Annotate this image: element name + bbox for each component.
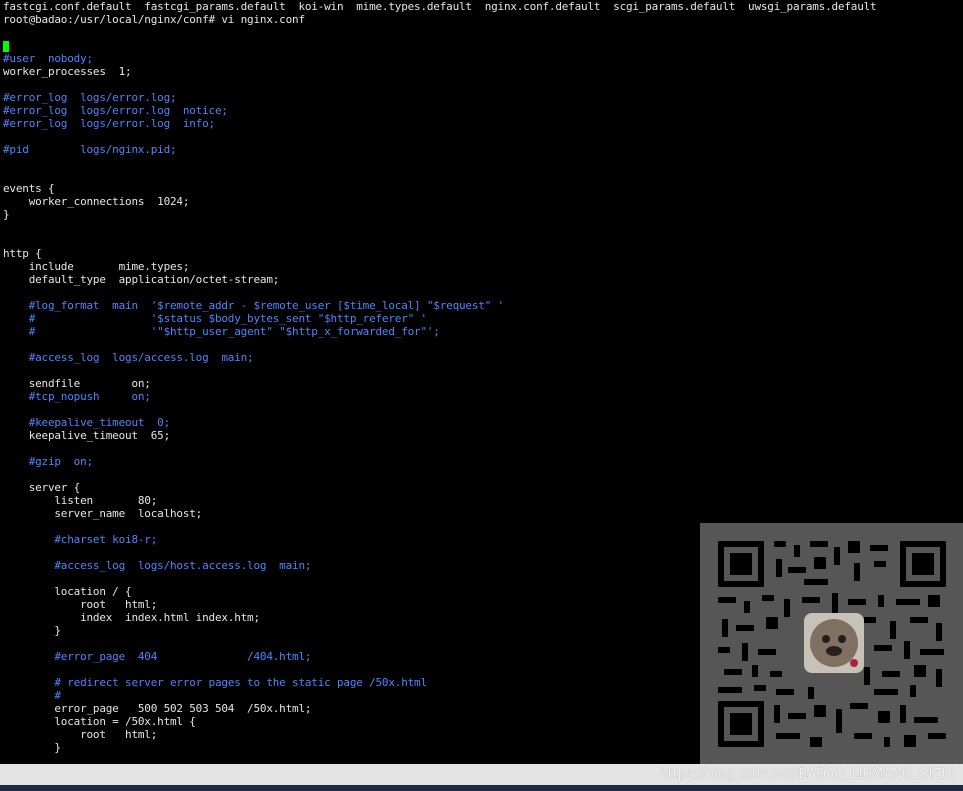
- config-comment-line: # '"$http_user_agent" "$http_x_forwarded…: [3, 325, 440, 338]
- terminal-line: error_page 500 502 503 504 /50x.html;: [3, 702, 312, 715]
- config-comment-line: #tcp_nopush on;: [3, 390, 151, 403]
- config-comment-line: # redirect server error pages to the sta…: [3, 676, 427, 689]
- terminal-line: location / {: [3, 585, 132, 598]
- terminal-line: root html;: [3, 598, 158, 611]
- config-comment-line: #error_log logs/error.log;: [3, 91, 177, 104]
- terminal-line: http {: [3, 247, 42, 260]
- terminal-line: listen 80;: [3, 494, 158, 507]
- terminal-line: location = /50x.html {: [3, 715, 196, 728]
- window-bottom-edge: [0, 785, 963, 791]
- terminal-line: root@badao:/usr/local/nginx/conf# vi ngi…: [3, 13, 305, 26]
- config-comment-line: #log_format main '$remote_addr - $remote…: [3, 299, 504, 312]
- terminal-line: server {: [3, 481, 81, 494]
- terminal-line: root html;: [3, 728, 158, 741]
- config-comment-line: # '$status $body_bytes_sent "$http_refer…: [3, 312, 427, 325]
- text-cursor: [3, 41, 9, 52]
- config-comment-line: #charset koi8-r;: [3, 533, 158, 546]
- qr-code-image: [718, 541, 946, 747]
- terminal-line: default_type application/octet-stream;: [3, 273, 280, 286]
- terminal-line: fastcgi.conf.default fastcgi_params.defa…: [3, 0, 877, 13]
- qr-code-watermark: [700, 523, 963, 764]
- terminal-line: include mime.types;: [3, 260, 190, 273]
- terminal-line: }: [3, 741, 61, 754]
- config-comment-line: #access_log logs/host.access.log main;: [3, 559, 312, 572]
- config-comment-line: #gzip on;: [3, 455, 93, 468]
- terminal-line: sendfile on;: [3, 377, 151, 390]
- config-comment-line: #keepalive_timeout 0;: [3, 416, 171, 429]
- terminal-line: }: [3, 624, 61, 637]
- terminal-line: }: [3, 208, 10, 221]
- terminal-line: events {: [3, 182, 55, 195]
- config-comment-line: #access_log logs/access.log main;: [3, 351, 254, 364]
- config-comment-line: #user nobody;: [3, 52, 93, 65]
- terminal-line: index index.html index.htm;: [3, 611, 260, 624]
- terminal-line: keepalive_timeout 65;: [3, 429, 171, 442]
- config-comment-line: #error_log logs/error.log notice;: [3, 104, 228, 117]
- terminal-line: worker_processes 1;: [3, 65, 132, 78]
- terminal-line: server_name localhost;: [3, 507, 203, 520]
- config-comment-line: #error_log logs/error.log info;: [3, 117, 215, 130]
- terminal-line: worker_connections 1024;: [3, 195, 190, 208]
- config-comment-line: #error_page 404 /404.html;: [3, 650, 312, 663]
- config-comment-line: #: [3, 689, 61, 702]
- watermark-url: https://blog.csdn.net/BADAO_LIUMANG_QIZH…: [659, 767, 955, 782]
- config-comment-line: #pid logs/nginx.pid;: [3, 143, 177, 156]
